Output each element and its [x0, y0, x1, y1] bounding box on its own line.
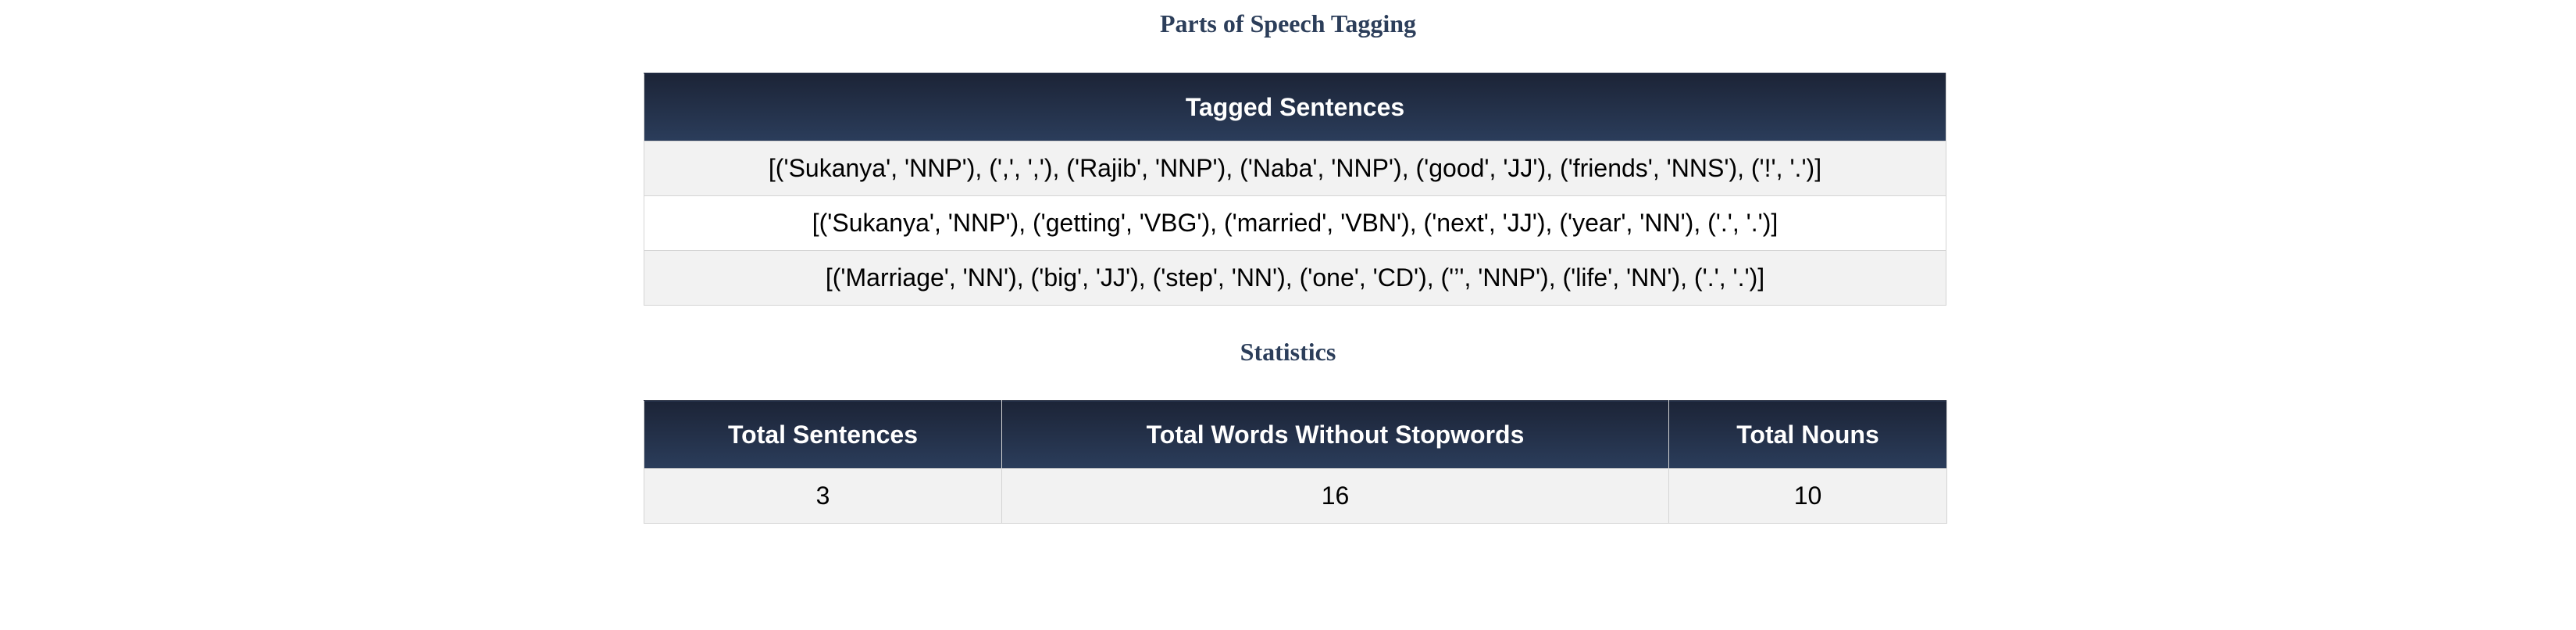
total-nouns-value: 10 [1668, 468, 1947, 524]
statistics-title: Statistics [1240, 338, 1336, 366]
table-row: [('Marriage', 'NN'), ('big', 'JJ'), ('st… [644, 250, 1946, 306]
total-words-value: 16 [1001, 468, 1669, 524]
tagged-sentence-cell: [('Marriage', 'NN'), ('big', 'JJ'), ('st… [644, 250, 1946, 306]
table-row: 3 16 10 [644, 468, 1947, 524]
page: Parts of Speech Tagging Tagged Sentences… [0, 0, 2576, 630]
column-header-total-words: Total Words Without Stopwords [1001, 400, 1669, 469]
column-header-tagged-sentences: Tagged Sentences [644, 73, 1946, 141]
table-header-row: Total Sentences Total Words Without Stop… [644, 400, 1947, 469]
page-title: Parts of Speech Tagging [1159, 9, 1417, 38]
tagged-sentence-cell: [('Sukanya', 'NNP'), (',', ','), ('Rajib… [644, 141, 1946, 196]
statistics-table: Total Sentences Total Words Without Stop… [644, 400, 1947, 524]
total-sentences-value: 3 [644, 468, 1002, 524]
table-header-row: Tagged Sentences [644, 73, 1946, 141]
column-header-total-sentences: Total Sentences [644, 400, 1002, 469]
table-row: [('Sukanya', 'NNP'), (',', ','), ('Rajib… [644, 141, 1946, 196]
table-row: [('Sukanya', 'NNP'), ('getting', 'VBG'),… [644, 195, 1946, 251]
column-header-total-nouns: Total Nouns [1668, 400, 1947, 469]
tagged-sentences-table: Tagged Sentences [('Sukanya', 'NNP'), ('… [644, 73, 1946, 306]
tagged-sentence-cell: [('Sukanya', 'NNP'), ('getting', 'VBG'),… [644, 195, 1946, 251]
